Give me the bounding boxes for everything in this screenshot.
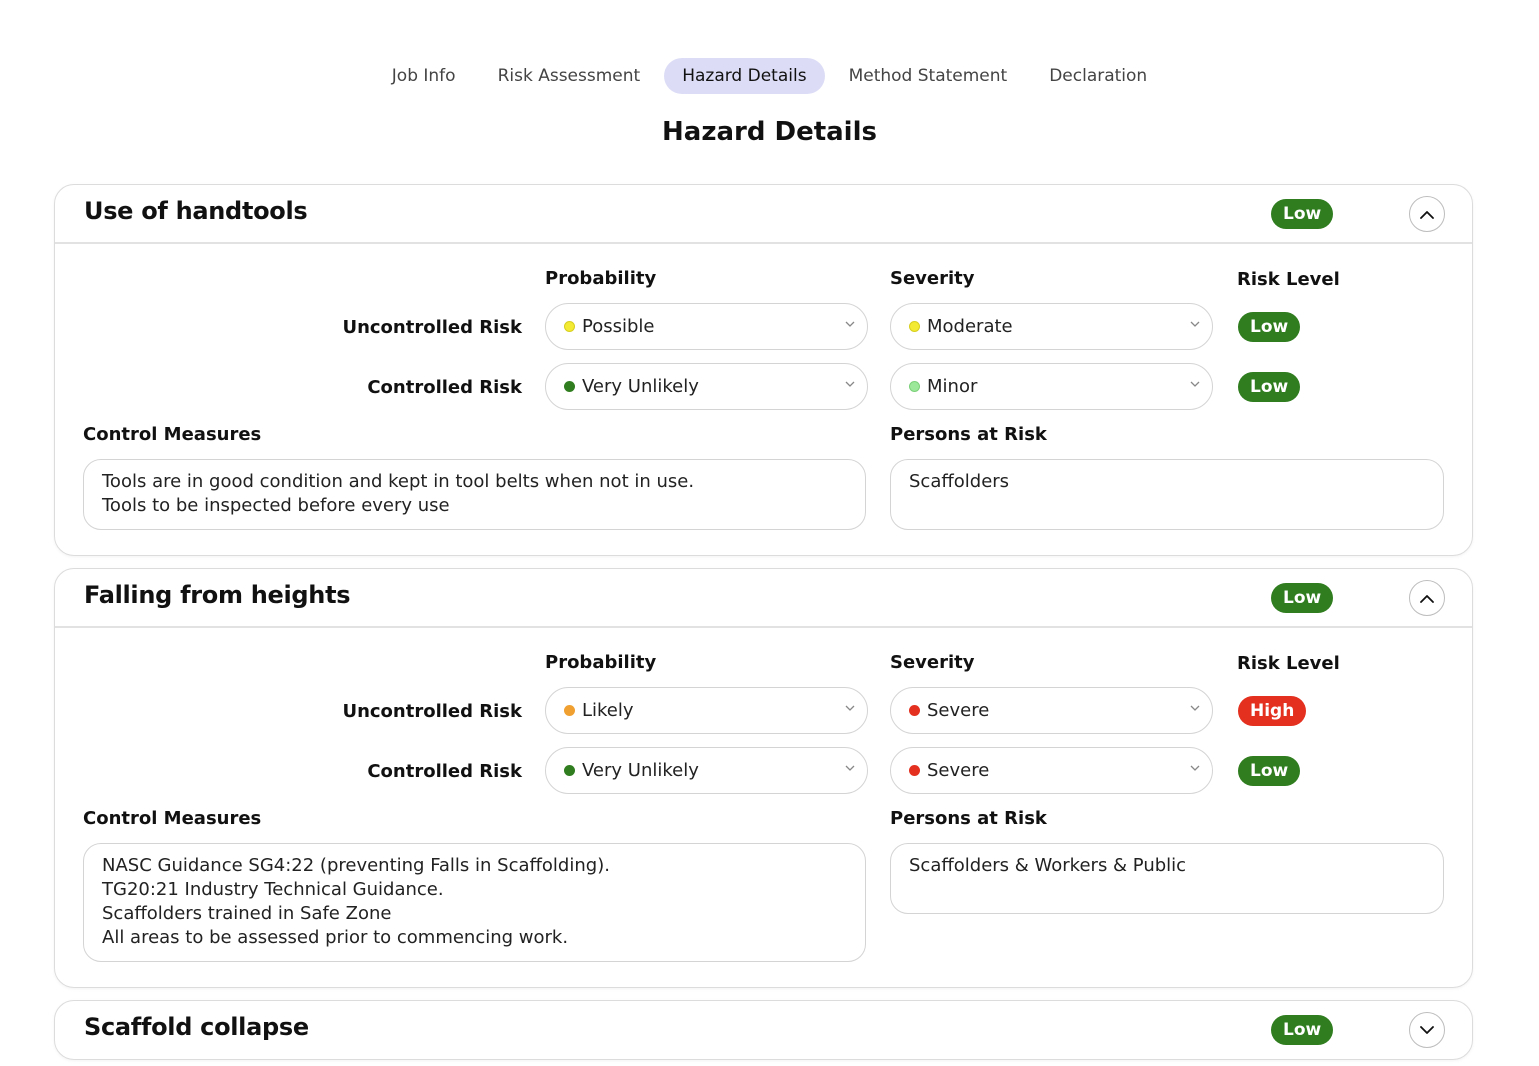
control-measures-label: Control Measures	[83, 808, 262, 829]
tab-hazard-details[interactable]: Hazard Details	[664, 58, 825, 94]
select-value: Very Unlikely	[582, 760, 699, 781]
controlled-severity-select[interactable]: Severe	[890, 747, 1213, 794]
risk-level-header: Risk Level	[1237, 269, 1340, 290]
chevron-down-icon	[845, 381, 855, 387]
status-dot	[909, 381, 920, 392]
select-value: Likely	[582, 700, 634, 721]
control-measure-line: Scaffolders trained in Safe Zone	[102, 903, 392, 924]
overall-risk-badge: Low	[1271, 583, 1334, 613]
uncontrolled-risk-label: Uncontrolled Risk	[342, 701, 522, 722]
controlled-risk-label: Controlled Risk	[367, 761, 522, 782]
tab-declaration[interactable]: Declaration	[1031, 58, 1165, 94]
chevron-down-icon	[1190, 381, 1200, 387]
chevron-up-icon	[1420, 210, 1434, 219]
uncontrolled-severity-select[interactable]: Severe	[890, 687, 1213, 734]
uncontrolled-probability-select[interactable]: Likely	[545, 687, 868, 734]
overall-risk-badge: Low	[1271, 1015, 1334, 1045]
status-dot	[909, 321, 920, 332]
status-dot	[909, 705, 920, 716]
controlled-risk-label: Controlled Risk	[367, 377, 522, 398]
status-dot	[564, 321, 575, 332]
probability-header: Probability	[545, 652, 657, 673]
select-value: Possible	[582, 316, 655, 337]
status-dot	[909, 765, 920, 776]
select-value: Severe	[927, 700, 990, 721]
chevron-down-icon	[845, 321, 855, 327]
controlled-risk-badge: Low	[1238, 756, 1301, 786]
hazard-card-falling-from-heights: Falling from heights Low Probability Sev…	[54, 568, 1473, 988]
select-value: Very Unlikely	[582, 376, 699, 397]
control-measures-field[interactable]: Tools are in good condition and kept in …	[83, 459, 866, 530]
select-value: Severe	[927, 760, 990, 781]
controlled-risk-badge: Low	[1238, 372, 1301, 402]
control-measure-line: TG20:21 Industry Technical Guidance.	[102, 879, 444, 900]
status-dot	[564, 705, 575, 716]
hazard-title: Use of handtools	[84, 197, 308, 225]
select-value: Moderate	[927, 316, 1013, 337]
hazard-header[interactable]: Use of handtools Low	[55, 185, 1472, 244]
hazard-header[interactable]: Scaffold collapse Low	[55, 1001, 1472, 1060]
collapse-button[interactable]	[1409, 196, 1445, 232]
expand-button[interactable]	[1409, 1012, 1445, 1048]
chevron-down-icon	[1190, 705, 1200, 711]
severity-header: Severity	[890, 652, 975, 673]
persons-at-risk-label: Persons at Risk	[890, 424, 1047, 445]
uncontrolled-severity-select[interactable]: Moderate	[890, 303, 1213, 350]
control-measure-line: All areas to be assessed prior to commen…	[102, 927, 569, 948]
tab-risk-assessment[interactable]: Risk Assessment	[480, 58, 659, 94]
tab-job-info[interactable]: Job Info	[374, 58, 474, 94]
controlled-probability-select[interactable]: Very Unlikely	[545, 363, 868, 410]
chevron-down-icon	[845, 705, 855, 711]
hazard-card-handtools: Use of handtools Low Probability Severit…	[54, 184, 1473, 556]
persons-at-risk-field[interactable]: Scaffolders & Workers & Public	[890, 843, 1444, 914]
control-measures-label: Control Measures	[83, 424, 262, 445]
overall-risk-badge: Low	[1271, 199, 1334, 229]
persons-at-risk-label: Persons at Risk	[890, 808, 1047, 829]
control-measure-line: Tools to be inspected before every use	[102, 495, 450, 516]
chevron-up-icon	[1420, 594, 1434, 603]
tab-method-statement[interactable]: Method Statement	[831, 58, 1026, 94]
controlled-severity-select[interactable]: Minor	[890, 363, 1213, 410]
controlled-probability-select[interactable]: Very Unlikely	[545, 747, 868, 794]
severity-header: Severity	[890, 268, 975, 289]
probability-header: Probability	[545, 268, 657, 289]
persons-at-risk-field[interactable]: Scaffolders	[890, 459, 1444, 530]
page-title: Hazard Details	[662, 117, 877, 147]
hazard-header[interactable]: Falling from heights Low	[55, 569, 1472, 628]
risk-level-header: Risk Level	[1237, 653, 1340, 674]
chevron-down-icon	[1190, 321, 1200, 327]
status-dot	[564, 765, 575, 776]
uncontrolled-risk-badge: Low	[1238, 312, 1301, 342]
select-value: Minor	[927, 376, 978, 397]
chevron-down-icon	[1420, 1025, 1434, 1034]
hazard-title: Scaffold collapse	[84, 1013, 309, 1041]
hazard-title: Falling from heights	[84, 581, 351, 609]
hazard-card-scaffold-collapse: Scaffold collapse Low	[54, 1000, 1473, 1060]
uncontrolled-risk-label: Uncontrolled Risk	[342, 317, 522, 338]
uncontrolled-risk-badge: High	[1238, 696, 1307, 726]
control-measure-line: Tools are in good condition and kept in …	[102, 471, 695, 492]
chevron-down-icon	[1190, 765, 1200, 771]
chevron-down-icon	[845, 765, 855, 771]
uncontrolled-probability-select[interactable]: Possible	[545, 303, 868, 350]
tab-bar: Job Info Risk Assessment Hazard Details …	[0, 58, 1539, 94]
control-measures-field[interactable]: NASC Guidance SG4:22 (preventing Falls i…	[83, 843, 866, 962]
control-measure-line: NASC Guidance SG4:22 (preventing Falls i…	[102, 855, 610, 876]
status-dot	[564, 381, 575, 392]
collapse-button[interactable]	[1409, 580, 1445, 616]
